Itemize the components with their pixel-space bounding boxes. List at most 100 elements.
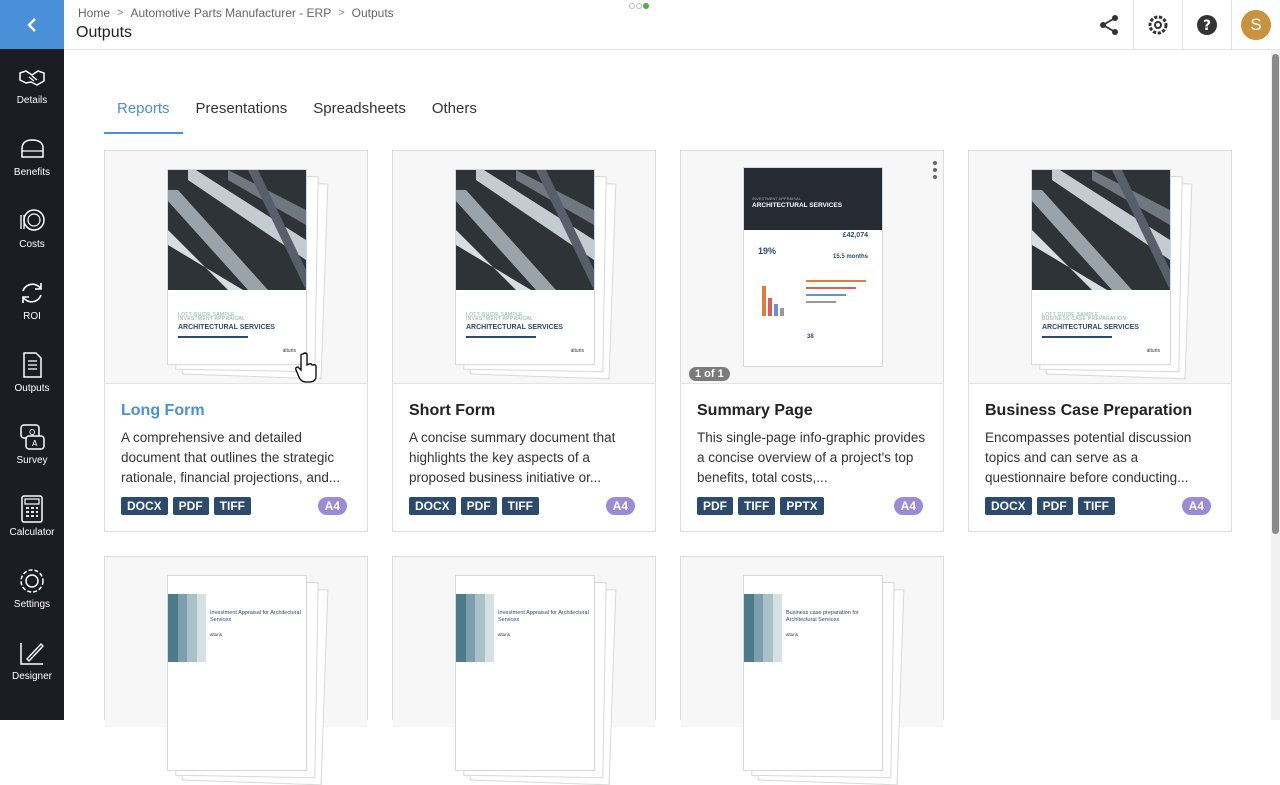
sidebar-item-survey[interactable]: QA Survey	[0, 409, 64, 481]
gear-icon	[1148, 15, 1168, 34]
report-thumbnail[interactable]: Investment Appraisal for Architectural S…	[393, 557, 655, 785]
sidebar-item-settings[interactable]: Settings	[0, 553, 64, 625]
report-card-row2-2[interactable]: Investment Appraisal for Architectural S…	[392, 556, 656, 785]
document-preview: LOTT GUIDE SAMPLE INVESTMENT APPRAISAL A…	[167, 169, 329, 380]
format-badge[interactable]: TIFF	[1077, 497, 1115, 515]
hand-cursor-icon	[295, 352, 317, 383]
tab-spreadsheets[interactable]: Spreadsheets	[300, 86, 419, 134]
format-badge[interactable]: PDF	[460, 497, 497, 515]
report-thumbnail[interactable]: LOTT GUIDE SAMPLE INVESTMENT APPRAISAL A…	[105, 151, 367, 384]
help-button[interactable]: ?	[1182, 0, 1231, 49]
card-title[interactable]: Long Form	[121, 402, 351, 420]
sidebar-item-costs[interactable]: Costs	[0, 193, 64, 265]
report-thumbnail[interactable]: Investment Appraisal for Architectural S…	[105, 557, 367, 785]
share-button[interactable]	[1084, 0, 1133, 49]
card-body: Business Case Preparation Encompasses po…	[969, 384, 1231, 531]
sidebar-item-designer[interactable]: Designer	[0, 625, 64, 697]
scrollbar-thumb[interactable]	[1272, 54, 1279, 534]
breadcrumb-project[interactable]: Automotive Parts Manufacturer - ERP	[130, 6, 331, 20]
tab-others[interactable]: Others	[419, 86, 490, 134]
document-preview: LOTT GUIDE SAMPLE INVESTMENT APPRAISAL A…	[455, 169, 617, 380]
paper-size-badge: A4	[893, 497, 923, 515]
paper-size-badge: A4	[605, 497, 635, 515]
format-badge[interactable]: TIFF	[738, 497, 776, 515]
report-card-business-case[interactable]: LOTT GUIDE SAMPLE BUSINESS CASE PREPARAT…	[968, 150, 1232, 532]
svg-text:A: A	[32, 439, 38, 448]
report-thumbnail[interactable]: LOTT GUIDE SAMPLE BUSINESS CASE PREPARAT…	[969, 151, 1231, 384]
output-tabs: Reports Presentations Spreadsheets Other…	[104, 86, 490, 134]
format-badge[interactable]: PDF	[697, 497, 733, 515]
sidebar-item-roi[interactable]: ROI	[0, 265, 64, 337]
report-card-row2-1[interactable]: Investment Appraisal for Architectural S…	[104, 556, 368, 785]
loading-indicator	[629, 3, 649, 9]
tab-reports[interactable]: Reports	[104, 86, 183, 134]
format-badge[interactable]: PDF	[1036, 497, 1073, 515]
sidebar-item-details[interactable]: Details	[0, 49, 64, 121]
refresh-icon	[22, 283, 42, 303]
card-menu-button[interactable]	[933, 161, 937, 179]
sidebar-item-label: Designer	[11, 671, 53, 682]
format-badge[interactable]: DOCX	[985, 497, 1032, 515]
brand-logo: alturis	[786, 632, 799, 637]
share-icon	[1099, 14, 1118, 35]
format-badges: DOCX PDF TIFF	[409, 497, 539, 515]
card-title[interactable]: Summary Page	[697, 402, 927, 420]
document-preview: INVESTMENT APPRAISAL ARCHITECTURAL SERVI…	[743, 167, 883, 367]
format-badge[interactable]: TIFF	[213, 497, 251, 515]
report-thumbnail[interactable]: INVESTMENT APPRAISAL ARCHITECTURAL SERVI…	[681, 151, 943, 384]
card-body: Long Form A comprehensive and detailed d…	[105, 384, 367, 531]
calculator-icon	[21, 495, 43, 523]
designer-icon	[20, 642, 44, 665]
tab-presentations[interactable]: Presentations	[183, 86, 301, 134]
help-icon: ?	[1197, 14, 1217, 35]
settings-button[interactable]	[1133, 0, 1182, 49]
sidebar-item-calculator[interactable]: Calculator	[0, 481, 64, 553]
format-badge[interactable]: PDF	[172, 497, 209, 515]
sidebar-item-outputs[interactable]: Outputs	[0, 337, 64, 409]
card-description: A concise summary document that highligh…	[409, 430, 616, 485]
card-body: Summary Page This single-page info-graph…	[681, 384, 943, 531]
document-icon	[23, 352, 42, 378]
format-badge[interactable]: DOCX	[409, 497, 456, 515]
report-card-short-form[interactable]: LOTT GUIDE SAMPLE INVESTMENT APPRAISAL A…	[392, 150, 656, 532]
sidebar-item-label: Outputs	[14, 383, 50, 394]
document-preview: Investment Appraisal for Architectural S…	[455, 575, 617, 785]
report-card-summary-page[interactable]: INVESTMENT APPRAISAL ARCHITECTURAL SERVI…	[680, 150, 944, 532]
sidebar-item-label: ROI	[23, 311, 41, 322]
user-menu[interactable]: S	[1231, 0, 1280, 49]
sidebar-item-benefits[interactable]: Benefits	[0, 121, 64, 193]
piggy-bank-icon	[21, 139, 44, 158]
brand-logo: alturis	[1146, 348, 1160, 354]
format-badge[interactable]: TIFF	[501, 497, 539, 515]
card-title[interactable]: Short Form	[409, 402, 639, 420]
card-description: Encompasses potential discussion topics …	[985, 430, 1192, 485]
cover-image	[1032, 170, 1170, 290]
chevron-left-icon	[27, 17, 36, 32]
back-button[interactable]	[0, 0, 64, 49]
format-badge[interactable]: PPTX	[780, 497, 824, 515]
sidebar-item-label: Benefits	[13, 167, 51, 178]
handshake-icon	[19, 70, 45, 86]
card-title[interactable]: Business Case Preparation	[985, 402, 1215, 420]
breadcrumb-home[interactable]: Home	[78, 6, 110, 20]
format-badge[interactable]: DOCX	[121, 497, 168, 515]
format-badges: DOCX PDF TIFF	[985, 497, 1115, 515]
report-card-long-form[interactable]: LOTT GUIDE SAMPLE INVESTMENT APPRAISAL A…	[104, 150, 368, 532]
report-thumbnail[interactable]: Business case preparation for Architectu…	[681, 557, 943, 785]
top-header: Home > Automotive Parts Manufacturer - E…	[64, 0, 1280, 50]
format-badges: DOCX PDF TIFF	[121, 497, 251, 515]
breadcrumb-current: Outputs	[351, 6, 394, 20]
scrollbar[interactable]	[1271, 50, 1280, 720]
format-badges: PDF TIFF PPTX	[697, 497, 824, 515]
card-body: Short Form A concise summary document th…	[393, 384, 655, 531]
brand-logo: alturis	[498, 632, 511, 637]
sidebar-item-label: Costs	[19, 239, 45, 250]
card-description: A comprehensive and detailed document th…	[121, 430, 341, 485]
cover-image	[456, 170, 594, 290]
gear-icon	[20, 569, 44, 593]
svg-text:?: ?	[1203, 18, 1211, 34]
breadcrumb: Home > Automotive Parts Manufacturer - E…	[78, 6, 394, 20]
document-preview: Investment Appraisal for Architectural S…	[167, 575, 329, 785]
report-thumbnail[interactable]: LOTT GUIDE SAMPLE INVESTMENT APPRAISAL A…	[393, 151, 655, 384]
report-card-row2-3[interactable]: Business case preparation for Architectu…	[680, 556, 944, 785]
